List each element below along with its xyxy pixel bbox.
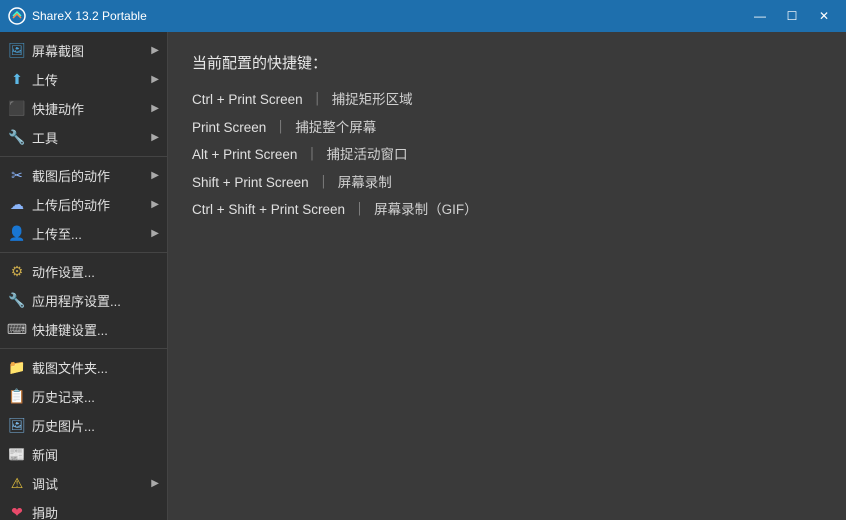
debug-icon: ⚠ [8,475,26,493]
sidebar-label-hotkey-settings: 快捷键设置... [32,320,108,339]
sidebar-item-app-settings[interactable]: 🔧 应用程序设置... [0,286,167,315]
title-bar: ShareX 13.2 Portable — ☐ ✕ [0,0,846,32]
tools-icon: 🔧 [8,129,26,147]
sidebar-label-tools: 工具 [32,128,58,147]
sidebar-label-donate: 捐助 [32,503,58,520]
action-settings-icon: ⚙ [8,263,26,281]
sidebar-item-screenshot-folder[interactable]: 📁 截图文件夹... [0,353,167,382]
sidebar-label-app-settings: 应用程序设置... [32,291,121,310]
shortcut-separator: ｜ [313,175,334,190]
sidebar-item-action-settings[interactable]: ⚙ 动作设置... [0,257,167,286]
shortcut-item: Ctrl + Print Screen ｜ 捕捉矩形区域 [192,89,822,111]
screenshot-icon: 🖼 [8,42,26,60]
submenu-arrow-icon: ▶ [151,45,159,56]
window-controls: — ☐ ✕ [746,5,838,27]
shortcut-description: 捕捉活动窗口 [326,147,407,162]
hotkey-settings-icon: ⌨ [8,321,26,339]
sidebar-label-debug: 调试 [32,474,58,493]
maximize-button[interactable]: ☐ [778,5,806,27]
sidebar-item-upload[interactable]: ⬆ 上传 ▶ [0,65,167,94]
submenu-arrow-icon: ▶ [151,199,159,210]
shortcut-separator: ｜ [301,147,322,162]
sidebar-item-history[interactable]: 📋 历史记录... [0,382,167,411]
screenshot-folder-icon: 📁 [8,359,26,377]
submenu-arrow-icon: ▶ [151,228,159,239]
shortcut-key: Print Screen [192,120,266,135]
shortcut-separator: ｜ [307,92,328,107]
shortcut-separator: ｜ [270,120,291,135]
sidebar-item-history-images[interactable]: 🖼 历史图片... [0,411,167,440]
app-logo [8,7,26,25]
sidebar-item-tools[interactable]: 🔧 工具 ▶ [0,123,167,152]
sidebar-label-history: 历史记录... [32,387,95,406]
upload-to-icon: 👤 [8,225,26,243]
history-icon: 📋 [8,388,26,406]
after-upload-icon: ☁ [8,196,26,214]
sidebar-item-screenshot[interactable]: 🖼 屏幕截图 ▶ [0,36,167,65]
minimize-button[interactable]: — [746,5,774,27]
main-layout: 🖼 屏幕截图 ▶ ⬆ 上传 ▶ ⬛ 快捷动作 ▶ 🔧 工具 ▶ ✂ 截图后的动作 ▶ ☁ 上传后的动作 ▶ 👤 上传至… [0,32,846,520]
app-settings-icon: 🔧 [8,292,26,310]
donate-icon: ❤ [8,504,26,520]
shortcut-description: 屏幕录制（GIF） [374,202,478,217]
sidebar-label-upload: 上传 [32,70,58,89]
shortcuts-list: Ctrl + Print Screen ｜ 捕捉矩形区域 Print Screen… [192,89,822,221]
shortcut-item: Shift + Print Screen ｜ 屏幕录制 [192,172,822,194]
shortcut-item: Print Screen ｜ 捕捉整个屏幕 [192,117,822,139]
submenu-arrow-icon: ▶ [151,478,159,489]
sidebar-label-history-images: 历史图片... [32,416,95,435]
sidebar-item-donate[interactable]: ❤ 捐助 [0,498,167,520]
submenu-arrow-icon: ▶ [151,170,159,181]
sidebar-item-hotkey-settings[interactable]: ⌨ 快捷键设置... [0,315,167,344]
close-button[interactable]: ✕ [810,5,838,27]
menu-separator [0,156,167,157]
submenu-arrow-icon: ▶ [151,74,159,85]
sidebar-item-upload-to[interactable]: 👤 上传至... ▶ [0,219,167,248]
sidebar-label-screenshot-folder: 截图文件夹... [32,358,108,377]
shortcut-item: Ctrl + Shift + Print Screen ｜ 屏幕录制（GIF） [192,199,822,221]
after-capture-icon: ✂ [8,167,26,185]
sidebar-item-debug[interactable]: ⚠ 调试 ▶ [0,469,167,498]
menu-separator [0,252,167,253]
shortcut-key: Ctrl + Shift + Print Screen [192,202,345,217]
shortcut-item: Alt + Print Screen ｜ 捕捉活动窗口 [192,144,822,166]
shortcut-description: 捕捉矩形区域 [332,92,413,107]
window-title: ShareX 13.2 Portable [32,9,746,23]
shortcut-key: Ctrl + Print Screen [192,92,303,107]
history-images-icon: 🖼 [8,417,26,435]
left-panel: 🖼 屏幕截图 ▶ ⬆ 上传 ▶ ⬛ 快捷动作 ▶ 🔧 工具 ▶ ✂ 截图后的动作 ▶ ☁ 上传后的动作 ▶ 👤 上传至… [0,32,168,520]
submenu-arrow-icon: ▶ [151,132,159,143]
sidebar-item-after-capture[interactable]: ✂ 截图后的动作 ▶ [0,161,167,190]
sidebar-label-news: 新闻 [32,445,58,464]
sidebar-label-after-capture: 截图后的动作 [32,166,110,185]
shortcut-key: Alt + Print Screen [192,147,297,162]
sidebar-label-upload-to: 上传至... [32,224,82,243]
menu-separator [0,348,167,349]
quick-actions-icon: ⬛ [8,100,26,118]
content-title: 当前配置的快捷键： [192,52,822,73]
upload-icon: ⬆ [8,71,26,89]
sidebar: 🖼 屏幕截图 ▶ ⬆ 上传 ▶ ⬛ 快捷动作 ▶ 🔧 工具 ▶ ✂ 截图后的动作 ▶ ☁ 上传后的动作 ▶ 👤 上传至… [0,32,168,520]
sidebar-label-screenshot: 屏幕截图 [32,41,84,60]
sidebar-item-news[interactable]: 📰 新闻 [0,440,167,469]
sidebar-item-quick-actions[interactable]: ⬛ 快捷动作 ▶ [0,94,167,123]
sidebar-item-after-upload[interactable]: ☁ 上传后的动作 ▶ [0,190,167,219]
shortcut-description: 屏幕录制 [338,175,392,190]
content-area: 当前配置的快捷键： Ctrl + Print Screen ｜ 捕捉矩形区域 Pr… [168,32,846,520]
submenu-arrow-icon: ▶ [151,103,159,114]
shortcut-key: Shift + Print Screen [192,175,309,190]
news-icon: 📰 [8,446,26,464]
shortcut-separator: ｜ [349,202,370,217]
sidebar-label-quick-actions: 快捷动作 [32,99,84,118]
sidebar-label-after-upload: 上传后的动作 [32,195,110,214]
sidebar-label-action-settings: 动作设置... [32,262,95,281]
shortcut-description: 捕捉整个屏幕 [295,120,376,135]
